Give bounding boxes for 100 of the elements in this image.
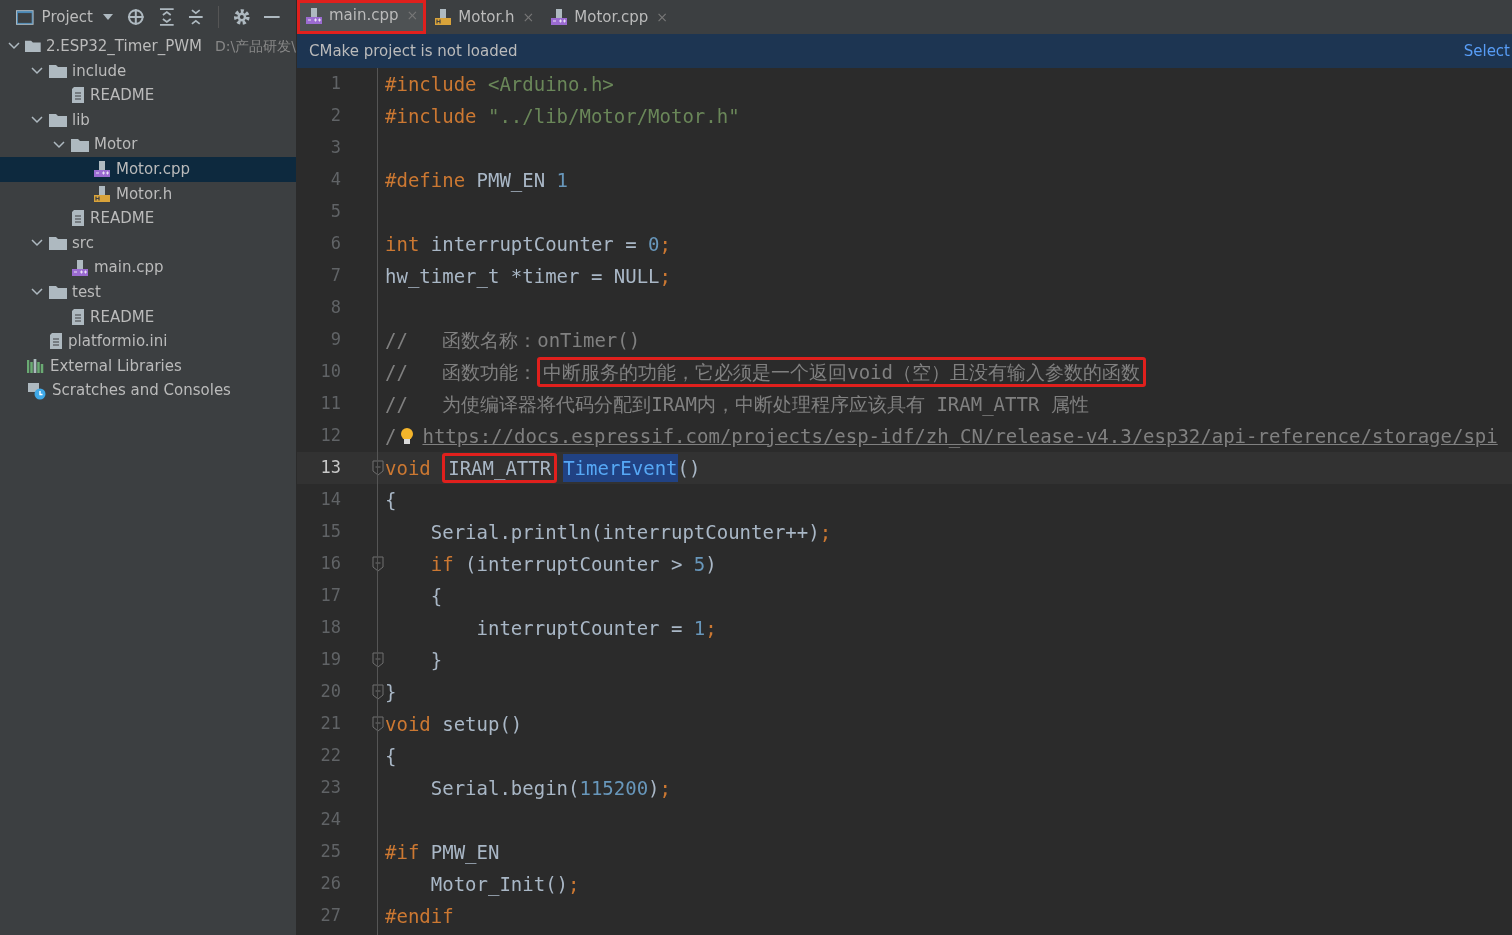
line-number: 19 <box>319 648 341 672</box>
code-token: if <box>429 551 454 577</box>
code-token: Motor_Init() <box>429 871 569 898</box>
code-token: ) <box>705 551 717 577</box>
tree-item[interactable]: Motor <box>0 132 296 157</box>
fold-marker-icon[interactable] <box>372 652 384 668</box>
fold-marker-icon[interactable] <box>372 684 384 700</box>
project-view-selector[interactable]: Project <box>41 5 113 29</box>
cpp-file-icon <box>550 8 569 26</box>
code-token: ; <box>568 871 580 897</box>
code-token: setup() <box>441 711 523 737</box>
editor-tab[interactable]: Motor.h × <box>426 0 543 34</box>
tree-item[interactable]: platformio.ini <box>0 329 296 354</box>
chevron-icon[interactable] <box>31 66 43 75</box>
text-file-icon <box>71 209 85 228</box>
tree-item[interactable]: External Libraries <box>0 353 296 379</box>
tree-item[interactable]: README <box>0 83 296 108</box>
tab-label: Motor.cpp <box>574 6 649 28</box>
tree-label: Scratches and Consoles <box>52 380 231 402</box>
code-token: interruptCounter = <box>429 231 638 257</box>
banner-message: CMake project is not loaded <box>309 40 518 62</box>
line-number: 26 <box>319 872 341 896</box>
line-number: 23 <box>319 776 341 800</box>
text-file-icon <box>49 332 63 351</box>
folder-icon <box>49 285 67 300</box>
tab-label: Motor.h <box>458 6 515 28</box>
line-number: 4 <box>329 168 341 192</box>
header-file-icon <box>93 184 111 203</box>
line-number: 14 <box>319 488 341 512</box>
code-token: PMW_EN <box>475 167 547 194</box>
code-token: ; <box>659 231 671 257</box>
tree-item[interactable]: Scratches and Consoles <box>0 378 296 403</box>
cpp-file-icon <box>71 258 89 277</box>
tree-item[interactable]: lib <box>0 107 296 133</box>
code-token: interruptCounter = <box>475 615 684 641</box>
code-token: 115200 <box>579 775 649 801</box>
tree-label: platformio.ini <box>68 331 168 353</box>
code-token: Serial.println(interruptCounter++) <box>429 519 820 545</box>
folder-icon <box>49 63 67 78</box>
line-number: 2 <box>329 104 341 128</box>
tree-label: README <box>90 208 155 230</box>
code-token: // 函数功能： <box>385 359 538 385</box>
line-number: 17 <box>319 584 341 608</box>
chevron-icon[interactable] <box>31 239 43 248</box>
expand-all-icon[interactable] <box>158 8 175 26</box>
folder-icon <box>49 113 67 128</box>
text-file-icon <box>71 307 85 326</box>
fold-marker-icon[interactable] <box>372 460 384 476</box>
folder-icon <box>25 39 41 54</box>
line-number: 1 <box>329 72 341 96</box>
code-token: (interruptCounter > <box>464 551 684 577</box>
locate-icon[interactable] <box>126 8 145 26</box>
line-number: 16 <box>319 552 341 576</box>
line-number: 20 <box>319 680 341 704</box>
tree-item[interactable]: src <box>0 230 296 256</box>
line-number: 22 <box>319 744 341 768</box>
code-token: ; <box>819 519 832 545</box>
chevron-icon[interactable] <box>8 42 21 51</box>
tree-item[interactable]: Motor.h <box>0 181 296 207</box>
code-token: int <box>385 231 420 257</box>
tree-item[interactable]: test <box>0 279 296 305</box>
tab-label: main.cpp <box>329 5 399 27</box>
tree-item[interactable]: 2.ESP32_Timer_PWM D:\产品研发\ <box>0 34 296 59</box>
tree-item[interactable]: README <box>0 206 296 231</box>
code-token: 0 <box>648 231 660 257</box>
settings-icon[interactable] <box>232 8 251 26</box>
code-token: ; <box>705 615 717 641</box>
chevron-icon[interactable] <box>31 116 43 125</box>
header-file-icon <box>434 8 453 26</box>
line-number: 21 <box>319 712 341 736</box>
chevron-icon[interactable] <box>31 288 43 297</box>
chevron-icon[interactable] <box>53 140 65 149</box>
code-token: PMW_EN <box>429 839 500 866</box>
minimize-icon[interactable] <box>264 15 280 19</box>
code-token: ) <box>648 775 660 801</box>
line-number: 8 <box>329 296 341 320</box>
line-number: 12 <box>319 424 341 448</box>
line-number: 24 <box>319 808 341 832</box>
tree-item[interactable]: README <box>0 304 296 330</box>
code-token: 5 <box>693 551 706 577</box>
editor-tab[interactable]: Motor.cpp × <box>542 0 677 34</box>
code-token: "../lib/Motor/Motor.h" <box>486 103 740 129</box>
code-token: { <box>385 487 397 513</box>
code-token: #if <box>385 839 420 865</box>
fold-marker-icon[interactable] <box>372 716 384 732</box>
code-token: () <box>677 455 701 481</box>
editor-tab[interactable]: main.cpp × <box>297 0 427 34</box>
tree-item[interactable]: main.cpp <box>0 255 296 280</box>
code-token: ; <box>659 263 671 289</box>
code-token: 1 <box>693 615 706 641</box>
tree-item[interactable]: include <box>0 58 296 84</box>
code-token: 中断服务的功能，它必须是一个返回void（空）且没有输入参数的函数 <box>537 357 1146 387</box>
cpp-file-icon <box>305 6 323 25</box>
fold-marker-icon[interactable] <box>372 556 384 572</box>
collapse-all-icon[interactable] <box>188 8 204 26</box>
select-link[interactable]: Select <box>1463 39 1510 63</box>
code-token: #define <box>385 167 466 193</box>
code-token: ; <box>659 775 671 801</box>
tree-item[interactable]: Motor.cpp <box>0 156 296 182</box>
line-number: 9 <box>329 328 341 352</box>
